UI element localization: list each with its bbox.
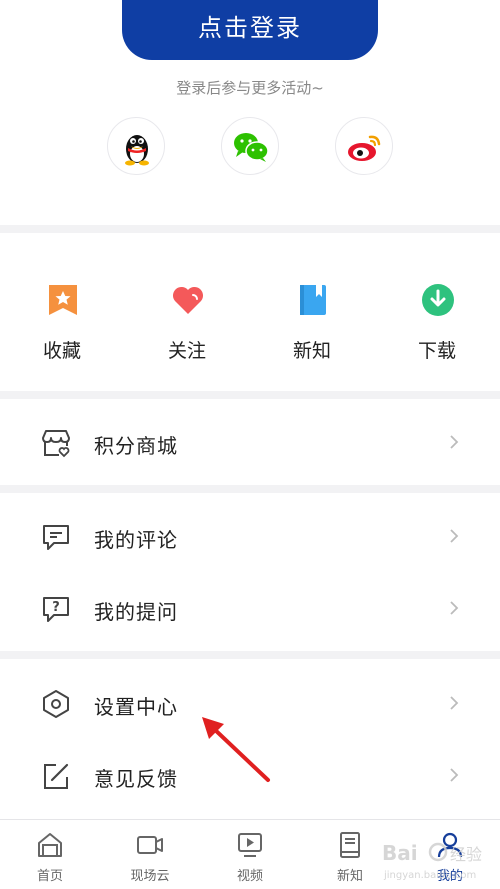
quick-label: 新知 xyxy=(292,340,331,362)
login-section: 点击登录 登录后参与更多活动~ xyxy=(0,0,500,225)
menu-label: 意见反馈 xyxy=(94,767,178,791)
menu-item-feedback[interactable]: 意见反馈 xyxy=(0,739,500,811)
tab-video[interactable]: 视频 xyxy=(200,820,300,889)
chevron-right-icon xyxy=(450,601,459,615)
book-icon xyxy=(340,832,360,858)
qq-icon xyxy=(125,135,149,166)
svg-text:?: ? xyxy=(52,600,60,615)
weibo-login-button[interactable] xyxy=(335,117,393,175)
svg-text:Bai: Bai xyxy=(382,841,418,865)
chevron-right-icon xyxy=(450,768,459,782)
video-camera-icon xyxy=(137,836,163,854)
store-icon xyxy=(42,430,70,458)
menu-group-interactions: 我的评论 ? 我的提问 xyxy=(0,493,500,651)
edit-icon xyxy=(44,763,69,789)
qq-login-button[interactable] xyxy=(107,117,165,175)
tab-label: 现场云 xyxy=(130,869,170,884)
quick-follow[interactable]: 关注 xyxy=(142,233,232,391)
chevron-right-icon xyxy=(450,696,459,710)
settings-icon xyxy=(43,690,69,718)
menu-group-settings: 设置中心 意见反馈 xyxy=(0,659,500,819)
svg-text:jingyan.baidu.com: jingyan.baidu.com xyxy=(383,870,476,881)
tab-label: 视频 xyxy=(236,869,263,884)
menu-item-points-mall[interactable]: 积分商城 xyxy=(0,406,500,478)
book-icon xyxy=(300,285,326,315)
download-icon xyxy=(422,284,454,316)
tab-live-cloud[interactable]: 现场云 xyxy=(100,820,200,889)
quick-favorites[interactable]: 收藏 xyxy=(17,233,107,391)
menu-group-mall: 积分商城 xyxy=(0,399,500,485)
bookmark-star-icon xyxy=(49,285,77,315)
login-hint: 登录后参与更多活动~ xyxy=(176,79,324,97)
menu-item-settings[interactable]: 设置中心 xyxy=(0,667,500,739)
wechat-icon xyxy=(234,133,269,162)
login-button-label: 点击登录 xyxy=(198,14,302,42)
chevron-right-icon xyxy=(450,435,459,449)
menu-label: 我的提问 xyxy=(94,600,178,624)
tab-label: 首页 xyxy=(36,869,63,884)
login-button[interactable]: 点击登录 xyxy=(122,0,378,60)
quick-download[interactable]: 下载 xyxy=(392,233,482,391)
heart-icon xyxy=(172,286,204,314)
weibo-icon xyxy=(348,135,381,161)
comment-icon xyxy=(43,525,69,550)
menu-label: 我的评论 xyxy=(94,528,178,552)
menu-label: 设置中心 xyxy=(94,695,178,719)
tab-home[interactable]: 首页 xyxy=(0,820,100,889)
quick-label: 收藏 xyxy=(42,340,81,362)
quick-knowledge[interactable]: 新知 xyxy=(267,233,357,391)
video-icon xyxy=(238,833,262,857)
home-icon xyxy=(38,833,62,857)
quick-actions: 收藏 关注 新知 下载 xyxy=(0,233,500,391)
menu-item-my-comments[interactable]: 我的评论 xyxy=(0,500,500,572)
quick-label: 下载 xyxy=(417,340,456,362)
quick-label: 关注 xyxy=(167,340,206,362)
chevron-right-icon xyxy=(450,529,459,543)
svg-text:经验: 经验 xyxy=(450,845,482,864)
menu-item-my-questions[interactable]: ? 我的提问 xyxy=(0,572,500,644)
menu-label: 积分商城 xyxy=(94,434,178,458)
wechat-login-button[interactable] xyxy=(221,117,279,175)
question-icon: ? xyxy=(43,597,69,622)
baidu-watermark: Bai 经验 jingyan.baidu.com xyxy=(382,841,482,881)
